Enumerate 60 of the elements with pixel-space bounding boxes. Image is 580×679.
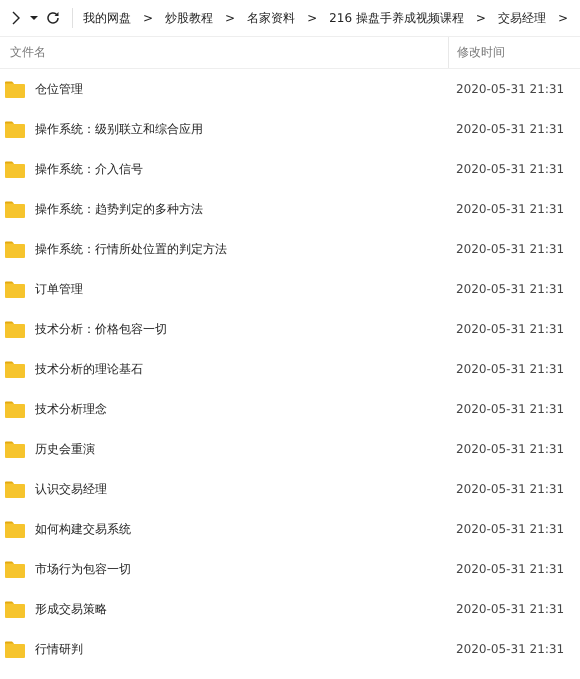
modified-date: 2020-05-31 21:31 [456, 362, 566, 376]
folder-name[interactable]: 操作系统：趋势判定的多种方法 [35, 200, 203, 218]
breadcrumb-link[interactable]: 名家资料 [247, 10, 296, 26]
breadcrumb-separator: > [307, 11, 318, 25]
modified-date: 2020-05-31 21:31 [456, 242, 566, 256]
folder-icon [5, 600, 25, 618]
folder-icon [5, 80, 25, 98]
folder-name[interactable]: 技术分析理念 [35, 400, 107, 418]
column-header[interactable]: 文件名 [0, 37, 448, 68]
folder-name[interactable]: 形成交易策略 [35, 600, 107, 618]
modified-date: 2020-05-31 21:31 [456, 82, 566, 96]
breadcrumb-separator: > [476, 11, 486, 25]
breadcrumb-separator: > [142, 11, 154, 25]
modified-date: 2020-05-31 21:31 [456, 442, 566, 456]
folder-icon [5, 120, 25, 138]
column-header[interactable]: 修改时间 [448, 37, 580, 68]
breadcrumb-link[interactable]: 216 操盘手养成视频课程 [329, 10, 464, 26]
breadcrumb-link[interactable]: 我的网盘 [82, 10, 131, 26]
modified-date: 2020-05-31 21:31 [456, 122, 566, 136]
folder-icon [5, 360, 25, 378]
folder-name[interactable]: 订单管理 [35, 280, 83, 298]
breadcrumb-separator: > [225, 11, 236, 25]
folder-icon [5, 280, 25, 298]
folder-name[interactable]: 技术分析的理论基石 [35, 360, 143, 378]
folder-name[interactable]: 仓位管理 [35, 80, 83, 98]
folder-name[interactable]: 操作系统：行情所处位置的判定方法 [35, 240, 227, 258]
folder-icon [5, 640, 25, 658]
folder-icon [5, 240, 25, 258]
modified-date: 2020-05-31 21:31 [456, 282, 566, 296]
modified-date: 2020-05-31 21:31 [456, 522, 566, 536]
folder-icon [5, 520, 25, 538]
folder-icon [5, 480, 25, 498]
folder-icon [5, 440, 25, 458]
folder-name[interactable]: 认识交易经理 [35, 480, 107, 498]
modified-date: 2020-05-31 21:31 [456, 162, 566, 176]
folder-name[interactable]: 行情研判 [35, 640, 83, 658]
folder-name[interactable]: 操作系统：介入信号 [35, 160, 143, 178]
breadcrumb-separator: > [558, 11, 568, 25]
folder-icon [5, 320, 25, 338]
breadcrumb-link[interactable]: 炒股教程 [165, 10, 214, 26]
modified-date: 2020-05-31 21:31 [456, 202, 566, 216]
caret-icon [30, 15, 38, 21]
folder-name[interactable]: 操作系统：级别联立和综合应用 [35, 120, 203, 138]
modified-date: 2020-05-31 21:31 [456, 402, 566, 416]
folder-name[interactable]: 市场行为包容一切 [35, 560, 131, 578]
modified-date: 2020-05-31 21:31 [456, 322, 566, 336]
folder-icon [5, 160, 25, 178]
chevron-right-icon [11, 11, 22, 25]
folder-icon [5, 560, 25, 578]
folder-icon [5, 400, 25, 418]
folder-name[interactable]: 技术分析：价格包容一切 [35, 320, 167, 338]
modified-date: 2020-05-31 21:31 [456, 562, 566, 576]
modified-date: 2020-05-31 21:31 [456, 602, 566, 616]
modified-date: 2020-05-31 21:31 [456, 482, 566, 496]
folder-name[interactable]: 如何构建交易系统 [35, 520, 131, 538]
modified-date: 2020-05-31 21:31 [456, 642, 566, 656]
folder-name[interactable]: 历史会重演 [35, 440, 95, 458]
refresh-icon [46, 11, 60, 25]
breadcrumb-link[interactable]: 交易经理 [498, 10, 546, 26]
folder-icon [5, 200, 25, 218]
